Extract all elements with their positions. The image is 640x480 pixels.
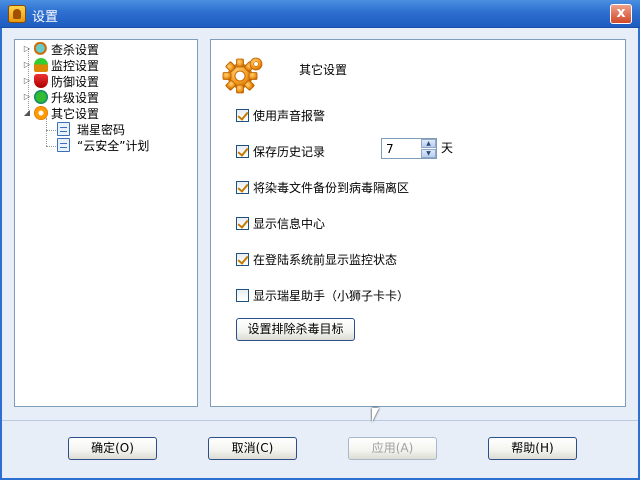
option-label: 使用声音报警 [253, 108, 326, 123]
close-button[interactable]: x [610, 4, 632, 24]
expand-arrow-icon[interactable]: ▷ [22, 76, 32, 86]
checkbox[interactable] [236, 252, 249, 266]
tree-item-scan[interactable]: ▷ 查杀设置 [22, 41, 99, 57]
cancel-button[interactable]: 取消(C) [208, 437, 297, 460]
ok-button[interactable]: 确定(O) [68, 437, 157, 460]
section-title: 其它设置 [299, 63, 348, 77]
gear-icon [34, 106, 48, 120]
tree-item-monitor[interactable]: ▷ 监控设置 [22, 57, 99, 73]
mouse-cursor-icon [372, 408, 379, 422]
document-icon [57, 138, 70, 152]
history-days-value[interactable]: 7 [386, 142, 394, 156]
title-bar: 设置 x [0, 0, 640, 28]
tree-item-defense[interactable]: ▷ 防御设置 [22, 73, 99, 89]
tree-item-label: 其它设置 [51, 106, 100, 121]
umbrella-icon [34, 58, 48, 72]
tree-item-password[interactable]: 瑞星密码 [57, 121, 125, 137]
tree-item-label: 升级设置 [51, 90, 100, 105]
help-button[interactable]: 帮助(H) [488, 437, 577, 460]
option-label: 保存历史记录 [253, 144, 326, 159]
document-icon [57, 122, 70, 136]
option-info-center[interactable]: 显示信息中心 [236, 215, 325, 231]
gear-icon [222, 57, 263, 94]
checkbox[interactable] [236, 180, 249, 194]
history-days-spinbox[interactable]: 7 ▲ ▼ [381, 138, 437, 159]
checkbox[interactable] [236, 108, 249, 122]
checkbox[interactable] [236, 216, 249, 230]
option-backup-infected[interactable]: 将染毒文件备份到病毒隔离区 [236, 179, 409, 195]
expand-arrow-icon[interactable]: ▷ [22, 44, 32, 54]
update-icon [34, 90, 48, 104]
tree-item-label: 防御设置 [51, 74, 100, 89]
collapse-arrow-icon[interactable]: ◢ [22, 108, 32, 118]
spin-down-icon[interactable]: ▼ [421, 149, 436, 158]
set-exclusion-button[interactable]: 设置排除杀毒目标 [236, 318, 355, 341]
apply-button[interactable]: 应用(A) [348, 437, 437, 460]
expand-arrow-icon[interactable]: ▷ [22, 60, 32, 70]
option-sound-alarm[interactable]: 使用声音报警 [236, 107, 325, 123]
tree-item-label: 监控设置 [51, 58, 100, 73]
option-label: 显示瑞星助手（小狮子卡卡） [253, 288, 410, 303]
footer-divider [2, 420, 638, 421]
checkbox[interactable] [236, 144, 249, 158]
history-days-unit: 天 [441, 141, 454, 155]
scan-icon [34, 42, 48, 56]
tree-connector [46, 146, 56, 147]
tree-item-label: 瑞星密码 [77, 122, 126, 137]
option-monitor-before-login[interactable]: 在登陆系统前显示监控状态 [236, 251, 397, 267]
spin-buttons: ▲ ▼ [421, 139, 436, 158]
tree-item-upgrade[interactable]: ▷ 升级设置 [22, 89, 99, 105]
expand-arrow-icon[interactable]: ▷ [22, 92, 32, 102]
window-title: 设置 [32, 10, 59, 25]
option-show-assistant[interactable]: 显示瑞星助手（小狮子卡卡） [236, 287, 409, 303]
tree-item-other[interactable]: ◢ 其它设置 [22, 105, 99, 121]
spin-up-icon[interactable]: ▲ [421, 139, 436, 148]
option-label: 将染毒文件备份到病毒隔离区 [253, 180, 410, 195]
checkbox[interactable] [236, 288, 249, 302]
tree-item-label: “云安全”计划 [77, 138, 150, 153]
shield-icon [34, 74, 48, 88]
tree-connector [46, 130, 56, 131]
option-label: 在登陆系统前显示监控状态 [253, 252, 398, 267]
option-label: 显示信息中心 [253, 216, 326, 231]
rising-lion-icon [8, 5, 26, 23]
option-save-history[interactable]: 保存历史记录 [236, 143, 325, 159]
tree-item-label: 查杀设置 [51, 42, 100, 57]
tree-item-cloud-security[interactable]: “云安全”计划 [57, 137, 149, 153]
tree-connector [46, 118, 47, 146]
